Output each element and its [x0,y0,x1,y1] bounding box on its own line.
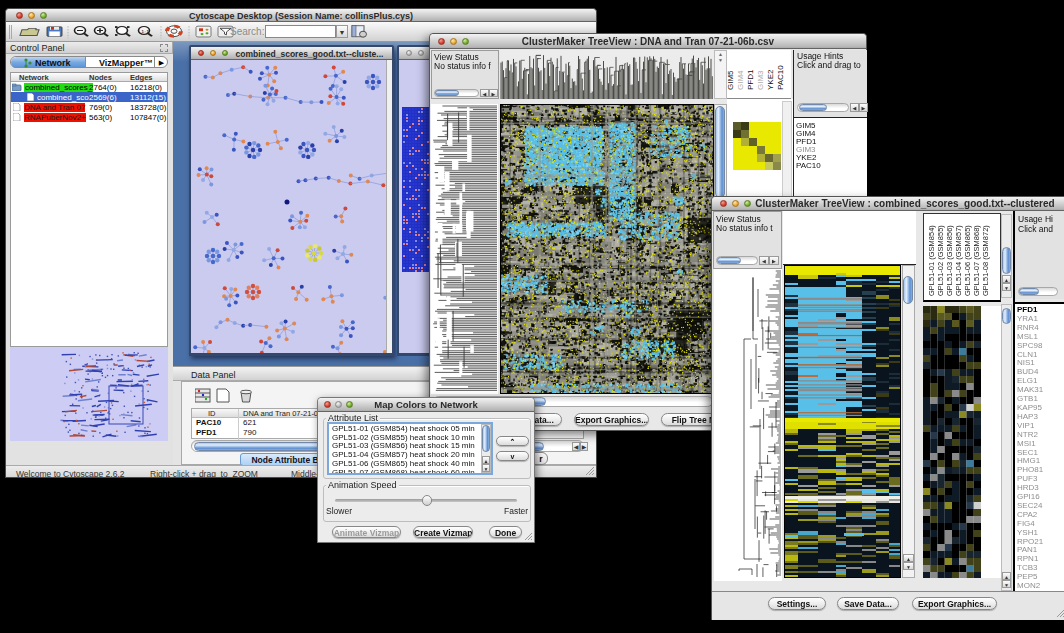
svg-text:1:1: 1:1 [141,29,149,34]
